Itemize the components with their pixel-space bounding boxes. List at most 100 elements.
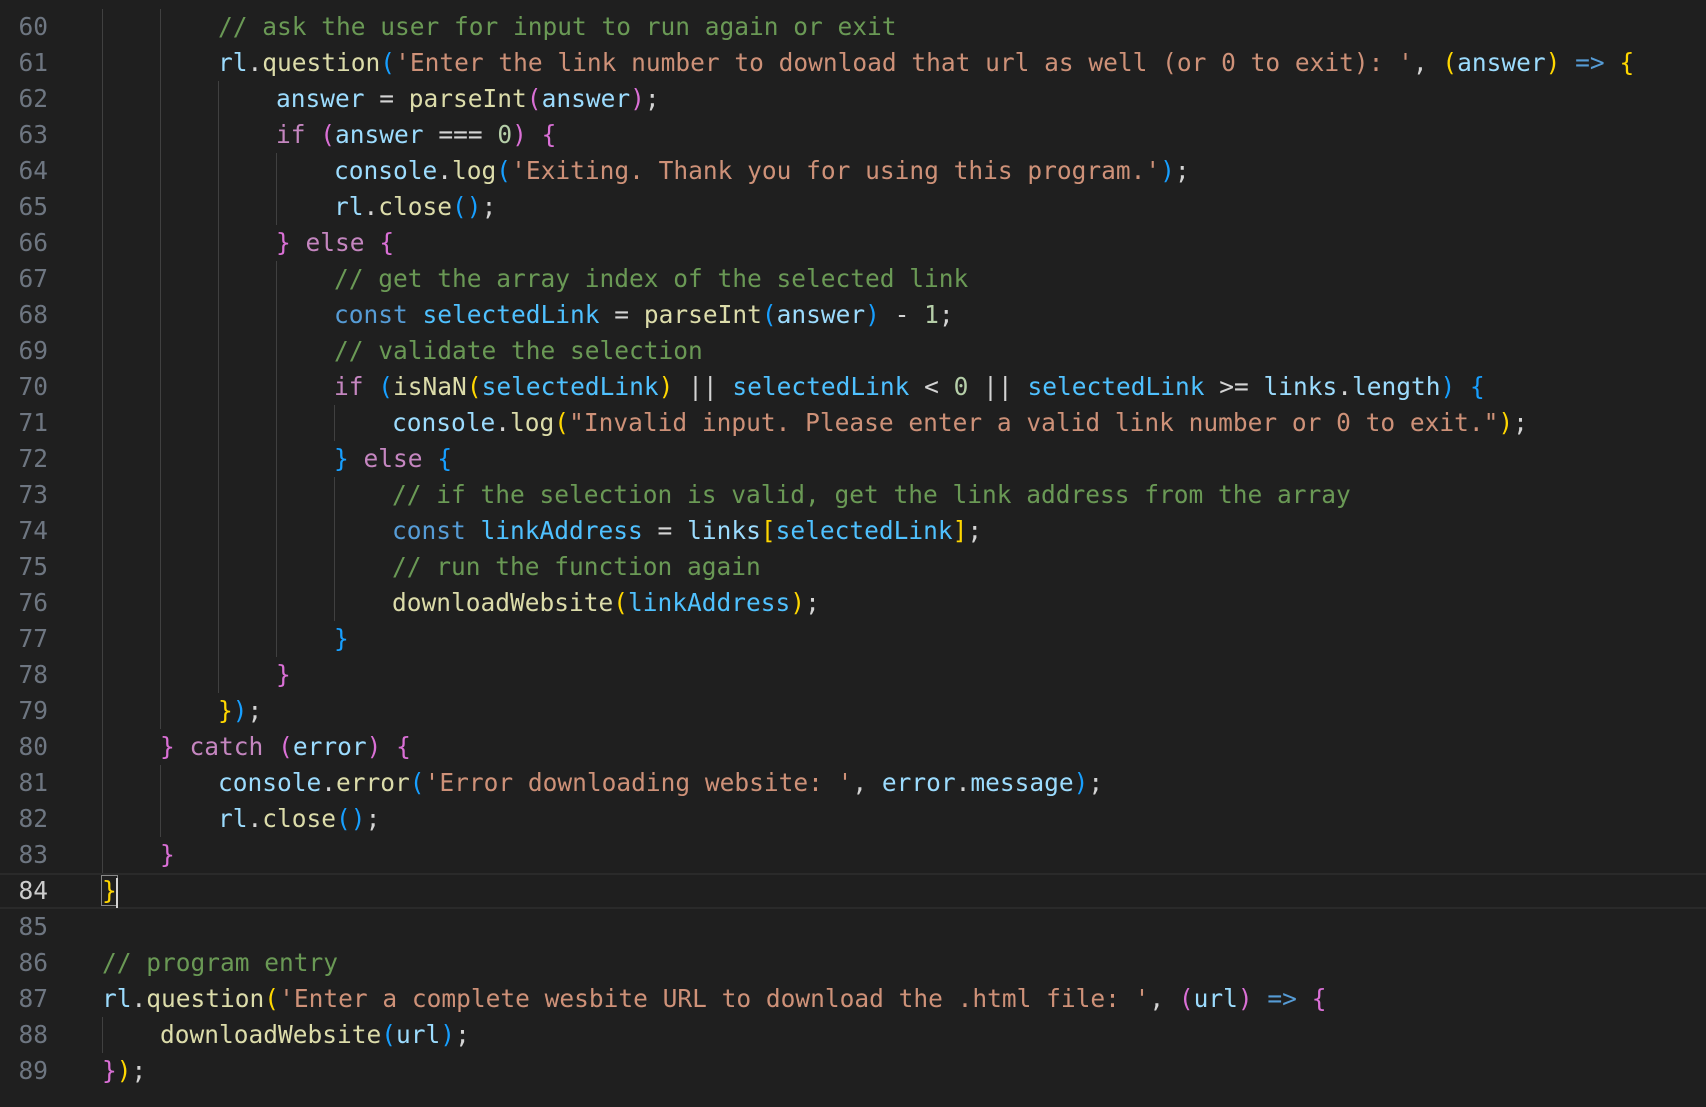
code-line[interactable]: 73 // if the selection is valid, get the … — [0, 477, 1706, 513]
line-number[interactable]: 72 — [0, 441, 48, 477]
line-number[interactable]: 88 — [0, 1017, 48, 1053]
code-token: { — [437, 444, 453, 473]
code-text[interactable]: const selectedLink = parseInt(answer) - … — [334, 297, 954, 333]
line-number[interactable]: 89 — [0, 1053, 48, 1089]
line-number[interactable]: 79 — [0, 693, 48, 729]
line-number[interactable]: 61 — [0, 45, 48, 81]
code-text[interactable]: if (answer === 0) { — [276, 117, 556, 153]
line-number[interactable]: 84 — [0, 875, 48, 907]
code-line[interactable]: 84} — [0, 873, 1706, 909]
code-line[interactable]: 70 if (isNaN(selectedLink) || selectedLin… — [0, 369, 1706, 405]
code-text[interactable]: }); — [218, 693, 262, 729]
line-number[interactable]: 68 — [0, 297, 48, 333]
code-line[interactable]: 72 } else { — [0, 441, 1706, 477]
code-token: { — [1311, 984, 1327, 1013]
line-number[interactable]: 82 — [0, 801, 48, 837]
line-number[interactable]: 86 — [0, 945, 48, 981]
code-text[interactable]: downloadWebsite(linkAddress); — [392, 585, 820, 621]
code-line[interactable]: 69 // validate the selection — [0, 333, 1706, 369]
code-line[interactable]: 75 // run the function again — [0, 549, 1706, 585]
code-token: { — [379, 228, 395, 257]
code-line[interactable]: 63 if (answer === 0) { — [0, 117, 1706, 153]
line-number[interactable]: 62 — [0, 81, 48, 117]
code-text[interactable]: // run the function again — [392, 549, 761, 585]
code-text[interactable]: } — [160, 837, 175, 873]
code-text[interactable]: console.error('Error downloading website… — [218, 765, 1103, 801]
code-line[interactable]: 61 rl.question('Enter the link number to … — [0, 45, 1706, 81]
code-text[interactable]: } — [101, 875, 118, 907]
code-line[interactable]: 87 rl.question('Enter a complete wesbite … — [0, 981, 1706, 1017]
line-number[interactable]: 63 — [0, 117, 48, 153]
code-line[interactable]: 80 } catch (error) { — [0, 729, 1706, 765]
line-number[interactable]: 60 — [0, 9, 48, 45]
code-text[interactable]: rl.question('Enter a complete wesbite UR… — [102, 981, 1326, 1017]
line-number[interactable]: 70 — [0, 369, 48, 405]
code-line[interactable]: 81 console.error('Error downloading websi… — [0, 765, 1706, 801]
code-text[interactable]: // get the array index of the selected l… — [334, 261, 968, 297]
code-line[interactable]: 79}); — [0, 693, 1706, 729]
code-line[interactable]: 88 downloadWebsite(url); — [0, 1017, 1706, 1053]
code-token: ( — [1442, 48, 1458, 77]
line-number[interactable]: 77 — [0, 621, 48, 657]
code-line[interactable]: 86 // program entry — [0, 945, 1706, 981]
code-text[interactable]: } catch (error) { — [160, 729, 411, 765]
code-line[interactable]: 62 answer = parseInt(answer); — [0, 81, 1706, 117]
code-line[interactable]: 77} — [0, 621, 1706, 657]
code-line[interactable]: 71 console.log("Invalid input. Please ent… — [0, 405, 1706, 441]
line-number[interactable]: 69 — [0, 333, 48, 369]
code-text[interactable]: rl.question('Enter the link number to do… — [218, 45, 1634, 81]
code-line[interactable]: 68 const selectedLink = parseInt(answer) … — [0, 297, 1706, 333]
code-text[interactable]: // validate the selection — [334, 333, 703, 369]
code-line[interactable]: 78} — [0, 657, 1706, 693]
code-line[interactable]: 89}); — [0, 1053, 1706, 1089]
line-number[interactable]: 64 — [0, 153, 48, 189]
code-token: linkAddress — [480, 516, 643, 545]
line-number[interactable]: 83 — [0, 837, 48, 873]
code-line[interactable]: 76 downloadWebsite(linkAddress); — [0, 585, 1706, 621]
code-text[interactable]: console.log('Exiting. Thank you for usin… — [334, 153, 1190, 189]
code-line[interactable]: 60 // ask the user for input to run again… — [0, 9, 1706, 45]
code-text[interactable]: rl.close(); — [218, 801, 380, 837]
line-number[interactable]: 85 — [0, 909, 48, 945]
line-number[interactable]: 80 — [0, 729, 48, 765]
code-text[interactable]: rl.close(); — [334, 189, 496, 225]
line-number[interactable]: 87 — [0, 981, 48, 1017]
line-number[interactable]: 73 — [0, 477, 48, 513]
code-text[interactable]: console.log("Invalid input. Please enter… — [392, 405, 1528, 441]
line-number[interactable]: 75 — [0, 549, 48, 585]
code-line[interactable]: 67 // get the array index of the selected… — [0, 261, 1706, 297]
code-text[interactable]: // program entry — [102, 945, 338, 981]
line-number[interactable]: 67 — [0, 261, 48, 297]
code-text[interactable]: if (isNaN(selectedLink) || selectedLink … — [334, 369, 1485, 405]
line-number[interactable]: 71 — [0, 405, 48, 441]
code-text[interactable]: // if the selection is valid, get the li… — [392, 477, 1351, 513]
text-cursor — [116, 878, 118, 908]
code-text[interactable]: // ask the user for input to run again o… — [218, 9, 897, 45]
code-line[interactable]: 74 const linkAddress = links[selectedLink… — [0, 513, 1706, 549]
line-number[interactable]: 66 — [0, 225, 48, 261]
code-text[interactable]: }); — [102, 1053, 146, 1089]
line-number[interactable]: 74 — [0, 513, 48, 549]
code-editor[interactable]: 60 // ask the user for input to run again… — [0, 0, 1706, 1107]
code-line[interactable]: 66 } else { — [0, 225, 1706, 261]
code-text[interactable]: } — [334, 621, 349, 657]
code-line[interactable]: 85 — [0, 909, 1706, 945]
code-text[interactable]: const linkAddress = links[selectedLink]; — [392, 513, 982, 549]
code-text[interactable]: } else { — [334, 441, 452, 477]
code-line[interactable]: 65 rl.close(); — [0, 189, 1706, 225]
code-token: = — [599, 300, 644, 329]
line-number[interactable]: 78 — [0, 657, 48, 693]
code-token: close — [262, 804, 337, 833]
code-line[interactable]: 83} — [0, 837, 1706, 873]
code-text[interactable]: answer = parseInt(answer); — [276, 81, 660, 117]
code-line[interactable]: 82 rl.close(); — [0, 801, 1706, 837]
code-text[interactable]: } — [276, 657, 291, 693]
code-text[interactable]: downloadWebsite(url); — [160, 1017, 470, 1053]
line-number[interactable]: 76 — [0, 585, 48, 621]
line-number[interactable]: 81 — [0, 765, 48, 801]
line-number[interactable]: 65 — [0, 189, 48, 225]
code-line[interactable]: 64 console.log('Exiting. Thank you for us… — [0, 153, 1706, 189]
code-text[interactable]: } else { — [276, 225, 394, 261]
